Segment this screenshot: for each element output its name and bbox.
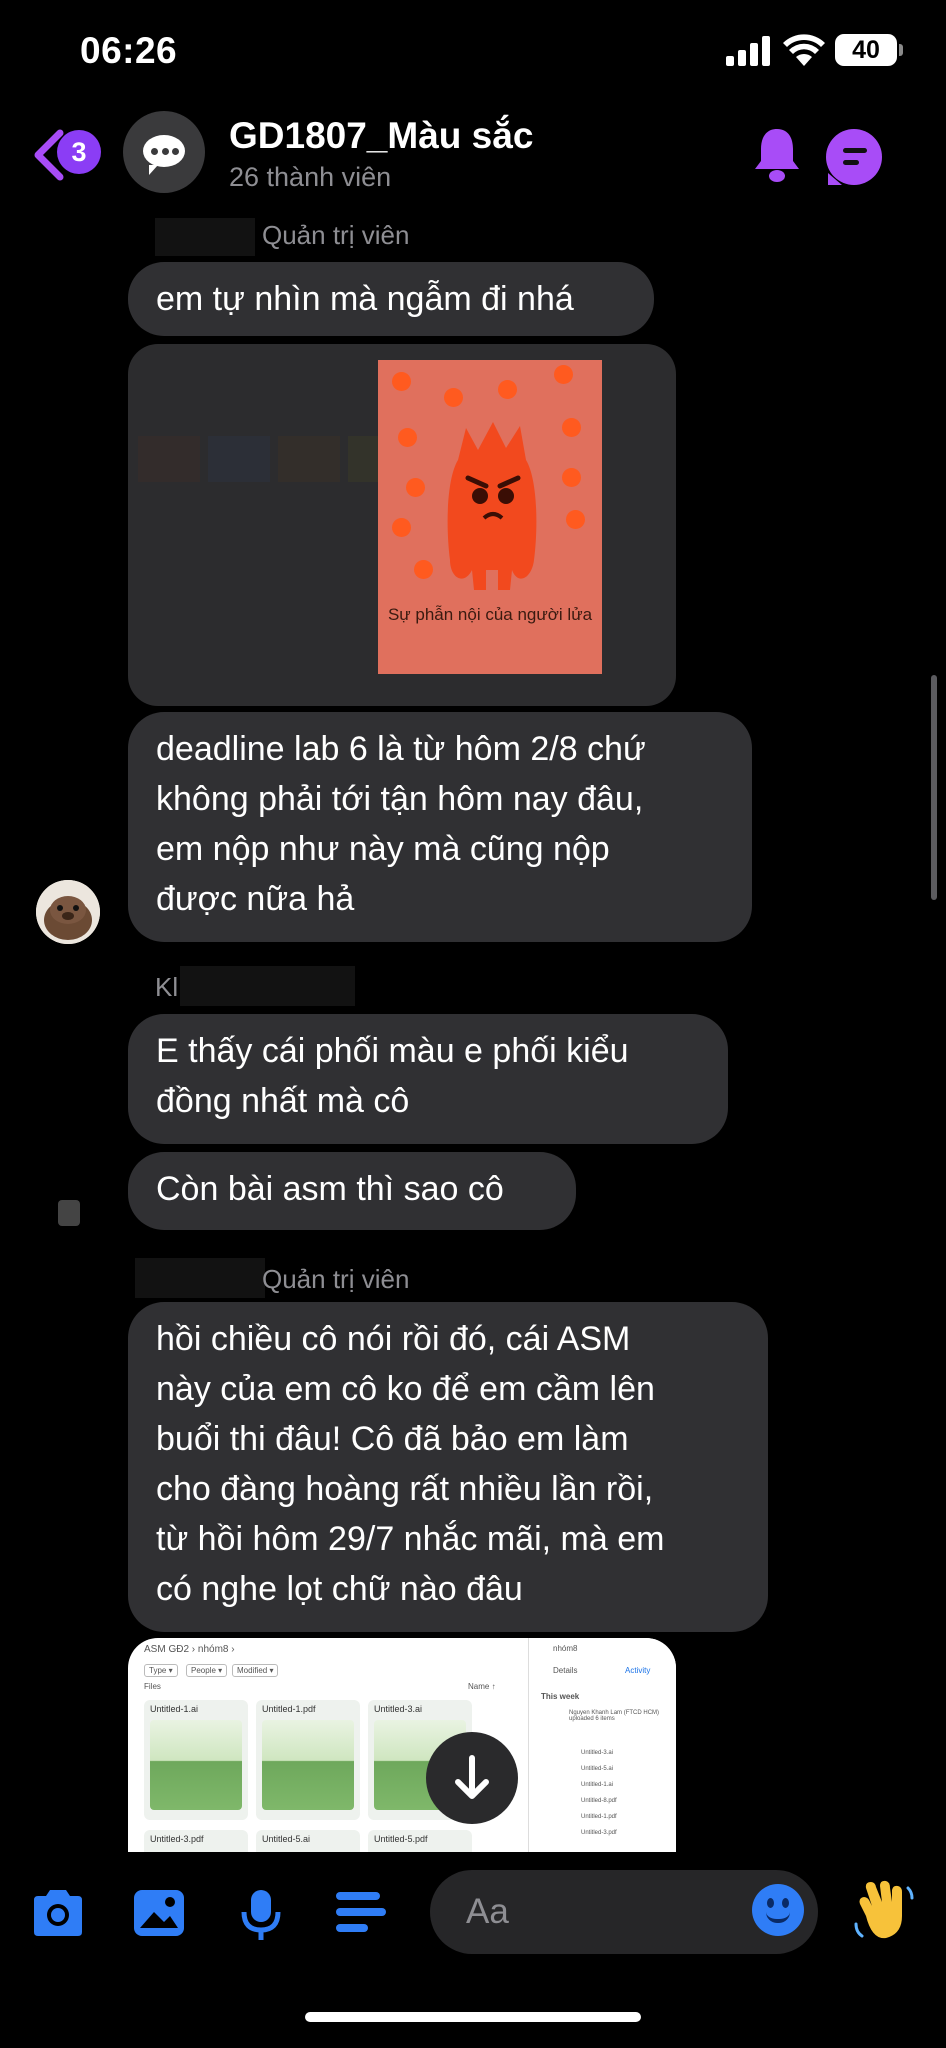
- chat-header: 3 GD1807_Màu sắc 26 thành viên: [0, 105, 946, 215]
- sender-name-initial: Kl: [155, 972, 179, 1002]
- poster-image: Sự phẫn nội của người lửa: [378, 360, 602, 674]
- activity-file: Untitled-5.ai: [581, 1766, 614, 1772]
- message-bubble[interactable]: deadline lab 6 là từ hôm 2/8 chứ không p…: [128, 712, 752, 942]
- emoji-icon[interactable]: [752, 1884, 804, 1936]
- bell-icon[interactable]: [752, 125, 802, 185]
- gallery-icon[interactable]: [132, 1888, 186, 1938]
- scrollbar[interactable]: [931, 675, 937, 900]
- message-text: Còn bài asm thì sao cô: [156, 1170, 504, 1208]
- message-text: em tự nhìn mà ngẫm đi nhá: [156, 280, 574, 318]
- activity-file: Untitled-1.pdf: [581, 1814, 617, 1820]
- panel-tab: Activity: [625, 1666, 651, 1675]
- activity-text: Nguyen Khanh Lam (FTCD HCM) uploaded 6 i…: [569, 1710, 660, 1722]
- message-line: E thấy cái phối màu e phối kiểu: [156, 1032, 629, 1070]
- message-line: được nữa hả: [156, 880, 355, 918]
- redacted-name: [180, 966, 355, 1006]
- redacted-name: [155, 218, 255, 256]
- panel-title: nhóm8: [553, 1644, 578, 1653]
- drive-breadcrumb: ASM GĐ2 › nhóm8 ›: [144, 1644, 235, 1655]
- message-line: này của em cô ko để em cầm lên: [156, 1370, 655, 1408]
- file-thumbnail: Untitled-5.pdf: [368, 1830, 472, 1852]
- member-count[interactable]: 26 thành viên: [229, 162, 391, 193]
- redacted-name: [135, 1258, 265, 1298]
- message-line: buổi thi đâu! Cô đã bảo em làm: [156, 1420, 629, 1458]
- group-title[interactable]: GD1807_Màu sắc: [229, 115, 533, 157]
- poster-caption: Sự phẫn nội của người lửa: [387, 605, 593, 624]
- filter-chip: Type ▾: [144, 1664, 178, 1677]
- message-line: deadline lab 6 là từ hôm 2/8 chứ: [156, 730, 646, 768]
- status-time: 06:26: [80, 30, 178, 71]
- home-indicator[interactable]: [305, 2012, 641, 2022]
- activity-file: Untitled-1.ai: [581, 1782, 614, 1788]
- sort-label: Name ↑: [468, 1682, 496, 1691]
- message-line: hồi chiều cô nói rồi đó, cái ASM: [156, 1320, 631, 1358]
- admin-role-label: Quản trị viên: [262, 1264, 410, 1294]
- message-bubble[interactable]: em tự nhìn mà ngẫm đi nhá: [128, 262, 654, 336]
- wifi-icon: [783, 34, 825, 66]
- message-line: không phải tới tận hôm nay đâu,: [156, 780, 644, 818]
- microphone-icon[interactable]: [240, 1888, 282, 1942]
- message-composer: Aa: [0, 1860, 946, 1970]
- file-thumbnail: Untitled-3.pdf: [144, 1830, 248, 1852]
- message-line: đồng nhất mà cô: [156, 1082, 410, 1120]
- waving-hand-icon[interactable]: [852, 1880, 914, 1942]
- file-thumbnail: Untitled-5.ai: [256, 1830, 360, 1852]
- group-avatar[interactable]: [123, 111, 205, 193]
- message-bubble[interactable]: E thấy cái phối màu e phối kiểu đồng nhấ…: [128, 1014, 728, 1144]
- scroll-down-button[interactable]: [426, 1732, 518, 1824]
- menu-icon[interactable]: [336, 1888, 386, 1936]
- activity-file: Untitled-3.pdf: [581, 1830, 617, 1836]
- filter-chip: People ▾: [186, 1664, 228, 1677]
- files-label: Files: [144, 1682, 161, 1691]
- message-line: từ hồi hôm 29/7 nhắc mãi, mà em: [156, 1520, 665, 1558]
- message-bubble[interactable]: hồi chiều cô nói rồi đó, cái ASM này của…: [128, 1302, 768, 1632]
- cellular-signal-icon: [726, 36, 772, 66]
- unread-count-badge[interactable]: 3: [57, 130, 101, 174]
- status-bar: 06:26 40: [0, 0, 946, 105]
- message-bubble[interactable]: Còn bài asm thì sao cô: [128, 1152, 576, 1230]
- panel-tab: Details: [553, 1666, 578, 1675]
- input-placeholder: Aa: [466, 1892, 509, 1931]
- message-line: em nộp như này mà cũng nộp: [156, 830, 610, 868]
- sender-avatar[interactable]: [58, 1200, 80, 1226]
- this-week-label: This week: [541, 1692, 580, 1701]
- drive-screenshot-attachment[interactable]: ASM GĐ2 › nhóm8 › Type ▾ People ▾ Modifi…: [128, 1638, 676, 1852]
- filter-chip: Modified ▾: [232, 1664, 279, 1677]
- scroll-down-icon: [455, 1755, 489, 1799]
- battery-indicator: 40: [835, 34, 903, 66]
- sender-avatar[interactable]: [36, 880, 100, 944]
- threads-icon[interactable]: [826, 129, 882, 185]
- file-thumbnail: Untitled-1.pdf: [256, 1700, 360, 1820]
- message-line: cho đàng hoàng rất nhiều lần rồi,: [156, 1470, 654, 1508]
- file-thumbnail: Untitled-1.ai: [144, 1700, 248, 1820]
- details-panel: nhóm8 Details Activity This week Nguyen …: [528, 1638, 676, 1852]
- activity-file: Untitled-8.pdf: [581, 1798, 617, 1804]
- message-line: có nghe lọt chữ nào đâu: [156, 1570, 523, 1608]
- fire-character-illustration: [447, 422, 537, 590]
- camera-icon[interactable]: [30, 1888, 86, 1938]
- activity-file: Untitled-3.ai: [581, 1750, 614, 1756]
- admin-role-label: Quản trị viên: [262, 220, 410, 250]
- capybara-avatar-icon: [36, 880, 100, 944]
